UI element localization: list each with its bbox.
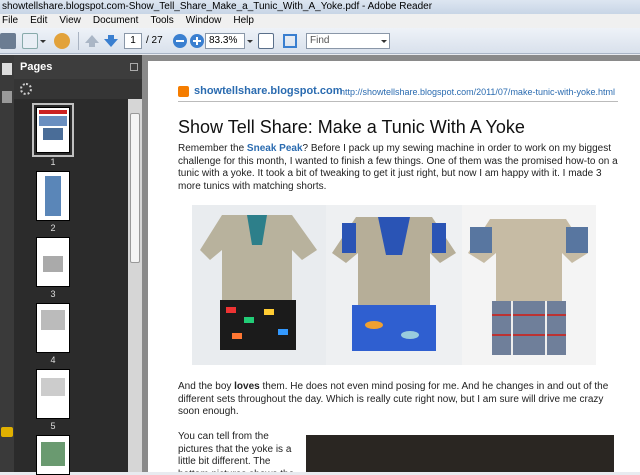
thumbnail-label-3: 3 [50,289,56,299]
toolbar: 1 / 27 83.3% Find [0,28,640,54]
menu-document[interactable]: Document [87,14,145,28]
fit-width-icon[interactable] [282,33,298,49]
panel-options [14,79,142,99]
next-page-icon[interactable] [103,33,119,49]
comment-tab-icon[interactable] [1,427,13,437]
thumbnail-label-2: 2 [50,223,56,233]
para2-bold-word: loves [234,381,260,392]
toolbar-divider [78,32,79,50]
page-number-input[interactable]: 1 [124,33,142,49]
page-thumbnail-2[interactable] [36,171,70,221]
menu-file[interactable]: File [0,14,24,28]
fit-page-icon[interactable] [258,33,274,49]
email-icon[interactable] [22,33,38,49]
pages-tab-icon[interactable] [2,63,12,75]
find-dropdown-icon[interactable] [381,33,387,49]
photo-tunic-cars [192,205,326,365]
page-title: Show Tell Share: Make a Tunic With A Yok… [178,117,525,137]
attachments-tab-icon[interactable] [2,91,12,103]
header-divider [178,101,618,102]
document-view[interactable]: showtellshare.blogspot.com http://showte… [142,55,640,472]
menu-tools[interactable]: Tools [144,14,179,28]
page-thumbnail-5[interactable] [36,369,70,419]
pages-panel: Pages 1 2 3 4 5 [14,55,142,475]
page-thumbnail-6[interactable] [36,435,70,475]
menu-edit[interactable]: Edit [24,14,53,28]
window-title: showtellshare.blogspot.com-Show_Tell_Sha… [0,0,640,14]
options-gear-icon[interactable] [20,83,32,95]
photo-tunic-plaid [462,205,596,365]
intro-paragraph: Remember the Sneak Peak? Before I pack u… [178,143,618,193]
zoom-out-icon[interactable] [172,33,188,49]
thumbnail-label-5: 5 [50,421,56,431]
thumbnail-list: 1 2 3 4 5 [14,99,128,475]
pages-panel-title: Pages [14,55,142,79]
thumbnail-label-1: 1 [50,157,56,167]
menu-window[interactable]: Window [180,14,228,28]
loves-paragraph: And the boy loves them. He does not even… [178,381,618,419]
zoom-dropdown-icon[interactable] [247,33,253,49]
dropdown-icon[interactable] [40,33,46,49]
blogger-logo-icon [178,86,189,97]
panel-scrollbar-thumb[interactable] [130,113,140,263]
find-input[interactable]: Find [306,33,390,49]
page-count: / 27 [146,35,163,46]
yoke-paragraph: You can tell from the pictures that the … [178,431,294,472]
collapse-panel-icon[interactable] [130,63,138,71]
blog-name-link[interactable]: showtellshare.blogspot.com [194,85,343,97]
menu-help[interactable]: Help [227,14,260,28]
menu-view[interactable]: View [53,14,87,28]
thumbnail-label-4: 4 [50,355,56,365]
collaborate-icon[interactable] [54,33,70,49]
blog-url-link[interactable]: http://showtellshare.blogspot.com/2011/0… [340,87,615,97]
zoom-in-icon[interactable] [189,33,205,49]
page-thumbnail-3[interactable] [36,237,70,287]
print-icon[interactable] [0,33,16,49]
navigation-strip [0,55,14,472]
para2-text-start: And the boy [178,381,235,392]
photo-tunic-sharks [326,205,462,365]
zoom-level-input[interactable]: 83.3% [205,33,245,49]
page-thumbnail-4[interactable] [36,303,70,353]
previous-page-icon[interactable] [84,33,100,49]
page-thumbnail-1[interactable] [32,103,74,157]
sneak-peak-link[interactable]: Sneak Peak [247,143,303,154]
para1-text-start: Remember the [178,143,247,154]
menu-bar: File Edit View Document Tools Window Help [0,14,640,28]
pdf-page: showtellshare.blogspot.com http://showte… [148,61,640,472]
photo-yoke-closeup [306,435,614,472]
